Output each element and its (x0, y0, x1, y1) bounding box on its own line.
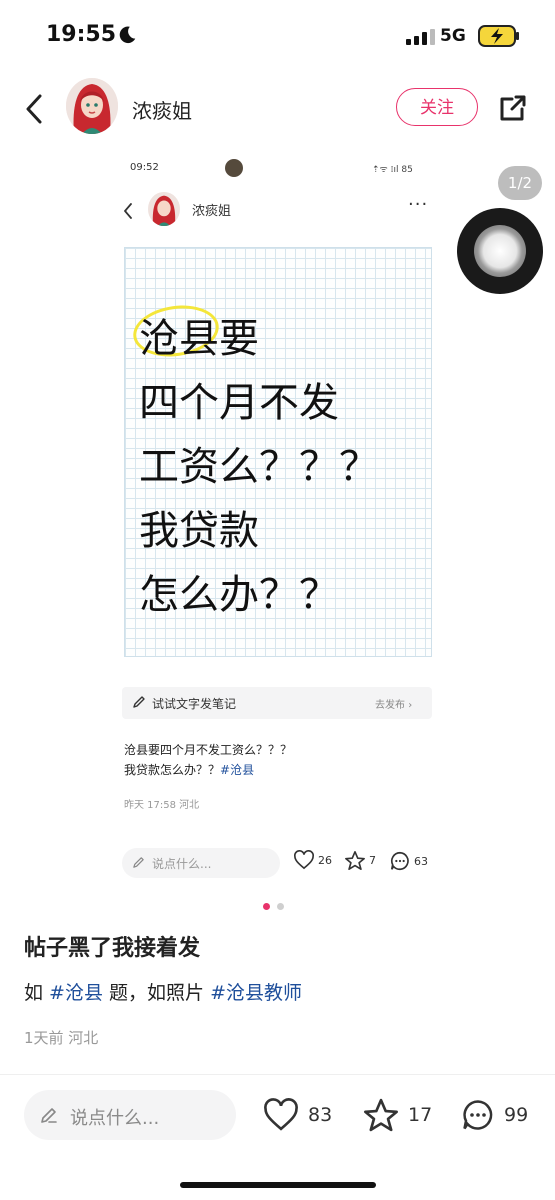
home-indicator[interactable] (180, 1182, 376, 1188)
post-body-text: 如 (24, 982, 50, 1004)
carousel-dots (263, 903, 287, 911)
comment-placeholder: 说点什么... (70, 1108, 160, 1129)
back-arrow-icon[interactable] (22, 92, 50, 126)
battery-charging-icon (478, 25, 519, 47)
like-count: 83 (308, 1104, 333, 1126)
inner-avatar-illustration (148, 192, 180, 226)
author-name[interactable]: 浓痰姐 (132, 95, 192, 124)
grid-note-card: 沧县要 四个月不发 工资么？？？ 我贷款 怎么办？？ (124, 247, 432, 657)
comments-button[interactable]: 99 (460, 1094, 528, 1136)
inner-post-meta: 昨天 17:58 河北 (124, 800, 200, 811)
post-image-screenshot[interactable]: 09:52 ⇡ᯤ ⁞ıl 85 浓痰姐 ··· 沧县要 四个月不发 工资么？？？… (110, 150, 445, 890)
inner-like-count: 26 (318, 853, 332, 867)
pencil-icon (41, 1108, 57, 1123)
collect-count: 17 (408, 1104, 433, 1126)
signal-icon (406, 29, 435, 45)
heart-icon (264, 1098, 298, 1131)
hashtag-link[interactable]: #沧县 (49, 982, 103, 1004)
comment-bubble-icon (463, 1100, 493, 1130)
dot-active (263, 903, 270, 910)
inner-avatar (148, 192, 180, 226)
comment-input[interactable]: 说点什么... (24, 1090, 236, 1140)
chevron-right-icon: › (408, 700, 413, 711)
divider (0, 1074, 555, 1075)
card-line: 工资么？？？ (139, 444, 379, 490)
inner-more-icon: ··· (408, 194, 429, 215)
inner-post-body: 沧县要四个月不发工资么？？？ 我贷款怎么办？？#沧县 (124, 740, 292, 780)
like-button[interactable]: 83 (262, 1094, 332, 1136)
image-pager-badge: 1/2 (498, 166, 542, 200)
post-body: 如 #沧县 题，如照片 #沧县教师 (24, 978, 302, 1005)
follow-button[interactable]: 关注 (396, 88, 478, 126)
inner-star-icon (345, 851, 365, 870)
floating-assistive-button[interactable] (457, 208, 543, 294)
tip-label: 试试文字发笔记 (152, 697, 237, 711)
inner-camera-dot (225, 159, 243, 177)
inner-comment-placeholder: 说点什么... (152, 857, 212, 871)
hashtag-link[interactable]: #沧县教师 (210, 982, 302, 1004)
inner-star-count: 7 (369, 854, 376, 867)
inner-author-name: 浓痰姐 (192, 204, 232, 219)
comment-count: 99 (504, 1104, 529, 1126)
inner-comments: 63 (389, 850, 428, 872)
star-icon (364, 1098, 398, 1132)
inner-comment-input: 说点什么... (122, 848, 280, 878)
inner-star: 7 (344, 850, 376, 871)
status-time: 19:55 (46, 22, 117, 47)
author-avatar[interactable] (66, 78, 118, 134)
inner-hashtag: #沧县 (220, 763, 255, 777)
card-line: 四个月不发 (139, 380, 339, 426)
collect-button[interactable]: 17 (362, 1094, 432, 1136)
inner-comment-icon (390, 851, 409, 871)
inner-heart-icon (294, 850, 314, 870)
network-label: 5G (440, 26, 466, 46)
post-meta: 1天前 河北 (24, 1029, 99, 1047)
tip-action-label: 去发布 (375, 700, 405, 711)
text-note-tip: 试试文字发笔记 去发布 › (122, 687, 432, 719)
inner-pencil-icon (133, 857, 144, 868)
avatar-illustration (66, 78, 118, 134)
card-line: 沧县要 (139, 316, 259, 362)
inner-back-icon (124, 203, 132, 219)
inner-body-line: 沧县要四个月不发工资么？？？ (124, 743, 293, 757)
pencil-icon (133, 696, 145, 708)
post-body-text: 题，如照片 (102, 982, 211, 1004)
inner-comment-count: 63 (414, 854, 428, 868)
moon-icon (119, 26, 136, 44)
inner-status-time: 09:52 (130, 162, 159, 173)
inner-body-line-2: 我贷款怎么办？？#沧县 (124, 760, 292, 780)
inner-status-icons: ⇡ᯤ ⁞ıl 85 (372, 165, 413, 175)
post-title: 帖子黑了我接着发 (24, 936, 201, 961)
card-line: 怎么办？？ (139, 572, 339, 618)
share-icon[interactable] (496, 91, 530, 125)
inner-like: 26 (293, 850, 332, 870)
assistive-touch-icon (474, 225, 526, 277)
card-line: 我贷款 (139, 508, 259, 554)
inner-body-text: 我贷款怎么办？？ (124, 763, 221, 777)
dot-inactive (277, 903, 284, 910)
tip-action: 去发布 › (375, 696, 412, 711)
